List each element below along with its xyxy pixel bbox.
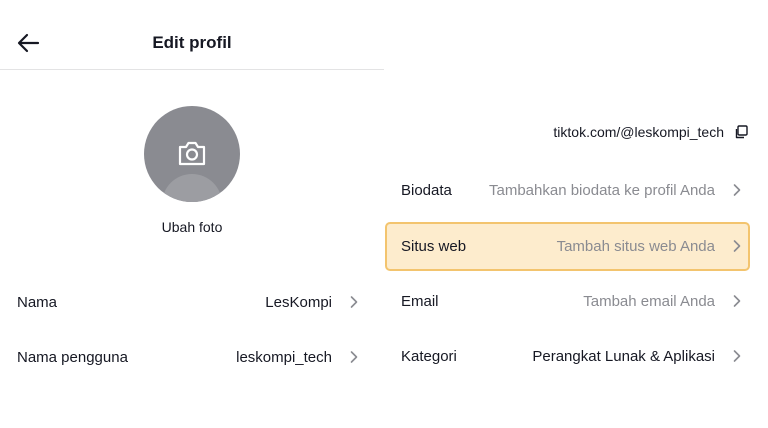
field-label: Nama pengguna [17,348,128,366]
field-row-bio[interactable]: Biodata Tambahkan biodata ke profil Anda [401,168,745,212]
header-divider [0,69,384,70]
copy-icon[interactable] [734,125,748,139]
field-value: Tambahkan biodata ke profil Anda [489,181,715,199]
chevron-right-icon [733,295,741,307]
chevron-right-icon [350,296,358,308]
field-label: Nama [17,293,58,311]
chevron-right-icon [733,184,741,196]
field-row-website[interactable]: Situs web Tambah situs web Anda [401,224,745,268]
field-label: Biodata [401,181,452,199]
page-title: Edit profil [152,33,232,52]
field-row-category[interactable]: Kategori Perangkat Lunak & Aplikasi [401,334,745,378]
profile-avatar[interactable] [144,106,240,202]
field-label: Kategori [401,347,457,365]
field-value: leskompi_tech [236,348,332,366]
chevron-right-icon [350,351,358,363]
field-value: Tambah situs web Anda [556,237,715,255]
profile-url: tiktok.com/@leskompi_tech [401,124,748,140]
profile-url-text: tiktok.com/@leskompi_tech [553,124,724,140]
field-value: LesKompi [265,293,332,311]
camera-icon [178,141,206,166]
chevron-right-icon [733,240,741,252]
change-photo-link[interactable]: Ubah foto [0,219,384,235]
field-row-email[interactable]: Email Tambah email Anda [401,279,745,323]
avatar-silhouette [162,174,222,202]
field-value: Perangkat Lunak & Aplikasi [532,347,715,365]
field-value: Tambah email Anda [583,292,715,310]
field-label: Email [401,292,439,310]
chevron-right-icon [733,350,741,362]
field-row-username[interactable]: Nama pengguna leskompi_tech [17,335,362,379]
field-row-name[interactable]: Nama LesKompi [17,280,362,324]
field-label: Situs web [401,237,467,255]
